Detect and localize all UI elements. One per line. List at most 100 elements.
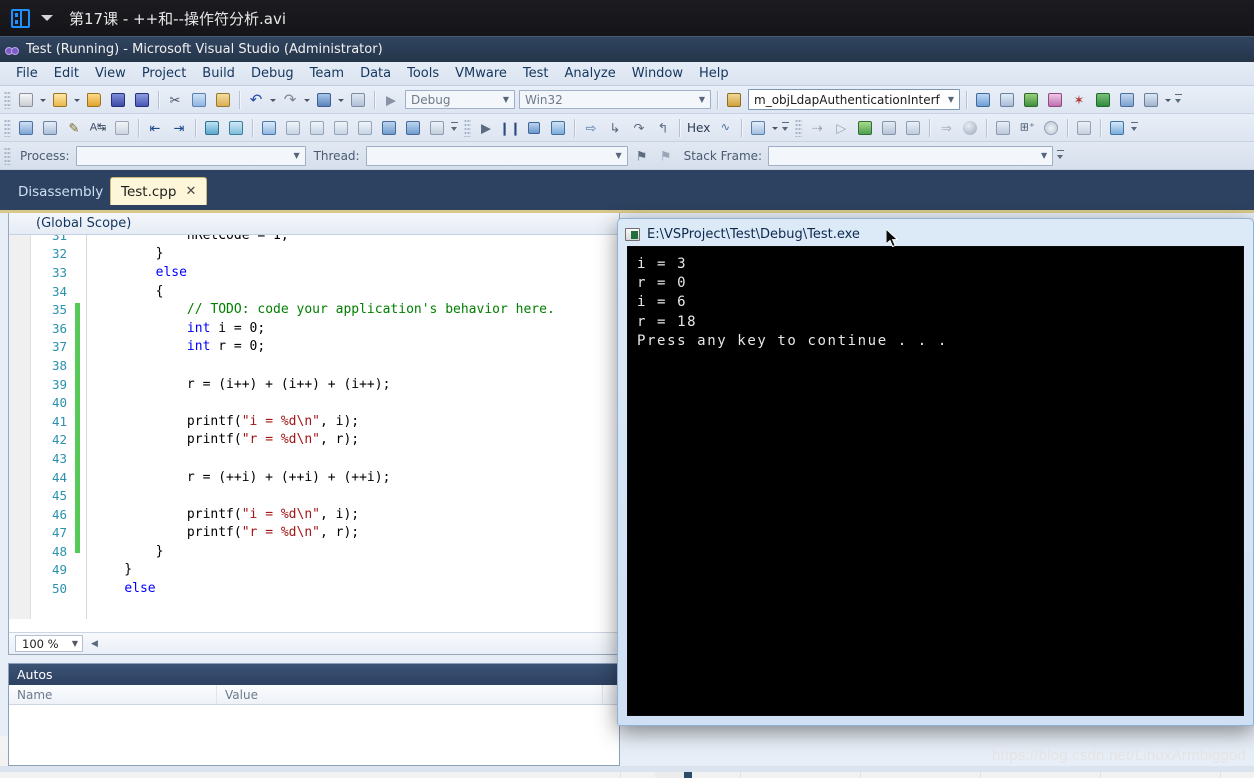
disassembly-icon[interactable] [992, 117, 1014, 139]
memory-window-icon[interactable] [959, 117, 981, 139]
menu-item-window[interactable]: Window [624, 64, 691, 83]
add-item-dropdown-icon[interactable] [72, 89, 81, 111]
new-breakpoint-icon[interactable] [258, 117, 280, 139]
diagnostic-tools-icon[interactable] [1106, 117, 1128, 139]
step-over-icon[interactable]: ↷ [628, 117, 650, 139]
break-all-icon[interactable]: ❙❙ [499, 117, 521, 139]
code-line[interactable]: 42 printf("r = %d\n", r); [9, 431, 619, 450]
save-icon[interactable] [107, 89, 129, 111]
paste-icon[interactable] [212, 89, 234, 111]
stack-frame-combo[interactable]: ▼ [768, 145, 1054, 166]
code-line[interactable]: 46 printf("i = %d\n", i); [9, 505, 619, 524]
save-all-icon[interactable] [131, 89, 153, 111]
close-icon[interactable]: ✕ [185, 184, 196, 199]
code-line[interactable]: 48 } [9, 542, 619, 561]
show-next-statement-icon[interactable]: ⇨ [580, 117, 602, 139]
console-window[interactable]: E:\VSProject\Test\Debug\Test.exe i = 3 r … [617, 218, 1254, 726]
solution-configuration-combo[interactable]: Debug ▼ [405, 90, 515, 109]
code-line[interactable]: 31 nRetCode = 1; [9, 235, 619, 245]
set-next-statement-icon[interactable]: ⇒ [935, 117, 957, 139]
code-line[interactable]: 39 r = (i++) + (i++) + (i++); [9, 375, 619, 394]
show-threads-in-source-icon[interactable]: ⚑ [631, 145, 653, 167]
open-file-icon[interactable] [83, 89, 105, 111]
scope-navigation-bar[interactable]: (Global Scope) [9, 213, 619, 235]
navigate-backward-icon[interactable] [313, 89, 335, 111]
next-bookmark-folder-icon[interactable] [402, 117, 424, 139]
copy-icon[interactable] [188, 89, 210, 111]
code-line[interactable]: 47 printf("r = %d\n", r); [9, 524, 619, 543]
toolbar-overflow-icon[interactable] [1173, 89, 1184, 111]
code-line[interactable]: 49 } [9, 561, 619, 580]
hexadecimal-display-label[interactable]: Hex [687, 121, 710, 135]
clear-bookmarks-icon[interactable] [354, 117, 376, 139]
console-output-area[interactable]: i = 3 r = 0 i = 6 r = 18 Press any key to co… [627, 246, 1244, 716]
object-browser-icon[interactable] [1020, 89, 1042, 111]
menu-item-project[interactable]: Project [134, 64, 194, 83]
decrease-indent-icon[interactable]: ⇤ [144, 117, 166, 139]
undo-icon[interactable]: ↶ [245, 89, 267, 111]
menu-item-vmware[interactable]: VMware [447, 64, 515, 83]
code-line[interactable]: 38 [9, 356, 619, 375]
clear-all-bookmarks-icon[interactable] [426, 117, 448, 139]
navigate-forward-icon[interactable] [347, 89, 369, 111]
debug-windows-dropdown-icon[interactable] [770, 117, 779, 139]
exceptions-icon[interactable] [902, 117, 924, 139]
code-line[interactable]: 43 [9, 449, 619, 468]
tools-options-icon[interactable]: ✶ [1068, 89, 1090, 111]
solution-explorer-icon[interactable] [972, 89, 994, 111]
toolbar-overflow-icon[interactable] [780, 117, 791, 139]
properties-window-icon[interactable] [996, 89, 1018, 111]
restart-icon[interactable] [547, 117, 569, 139]
attach-to-process-icon[interactable] [854, 117, 876, 139]
code-line[interactable]: 41 printf("i = %d\n", i); [9, 412, 619, 431]
menu-item-test[interactable]: Test [515, 64, 557, 83]
process-combo[interactable]: ▼ [75, 145, 306, 166]
parameter-info-icon[interactable] [39, 117, 61, 139]
comment-selection-icon[interactable] [201, 117, 223, 139]
menu-item-data[interactable]: Data [352, 64, 399, 83]
show-only-my-code-icon[interactable]: ⚑ [655, 145, 677, 167]
code-line[interactable]: 44 r = (++i) + (++i) + (++i); [9, 468, 619, 487]
tab-disassembly[interactable]: Disassembly [8, 179, 113, 205]
more-windows-dropdown-icon[interactable] [1163, 89, 1172, 111]
horizontal-scroll-left-icon[interactable]: ◀ [91, 638, 98, 649]
code-text-area[interactable]: 31 nRetCode = 1; 32 } 33 else 34 {35 // TOD… [9, 235, 619, 619]
go-to-icon[interactable] [1092, 89, 1114, 111]
column-header-value[interactable]: Value [217, 685, 603, 704]
zoom-level-combo[interactable]: 100 % ▼ [15, 635, 83, 652]
code-line[interactable]: 35 // TODO: code your application's beha… [9, 300, 619, 319]
tab-test-cpp[interactable]: Test.cpp ✕ [110, 177, 208, 205]
previous-bookmark-icon[interactable] [330, 117, 352, 139]
class-view-icon[interactable] [1116, 89, 1138, 111]
display-object-member-list-icon[interactable] [15, 117, 37, 139]
step-into-specific-icon[interactable]: ⇢ [806, 117, 828, 139]
cut-icon[interactable]: ✂ [164, 89, 186, 111]
continue-icon[interactable]: ▶ [475, 117, 497, 139]
toolbar-grip[interactable] [464, 118, 471, 137]
chevron-down-icon[interactable] [41, 15, 53, 21]
menu-item-file[interactable]: File [8, 64, 46, 83]
step-out-icon[interactable]: ↰ [652, 117, 674, 139]
column-header-name[interactable]: Name [9, 685, 217, 704]
code-line[interactable]: 36 int i = 0; [9, 319, 619, 338]
menu-item-edit[interactable]: Edit [46, 64, 87, 83]
menu-item-analyze[interactable]: Analyze [557, 64, 624, 83]
toggle-bookmark-icon[interactable] [282, 117, 304, 139]
code-line[interactable]: 40 [9, 393, 619, 412]
code-line[interactable]: 32 } [9, 245, 619, 264]
find-in-files-icon[interactable] [723, 89, 745, 111]
add-item-icon[interactable] [49, 89, 71, 111]
toolbar-overflow-icon[interactable] [1129, 117, 1140, 139]
next-bookmark-icon[interactable] [306, 117, 328, 139]
code-line[interactable]: 37 int r = 0; [9, 338, 619, 357]
breakpoints-window-icon[interactable] [747, 117, 769, 139]
toggle-word-wrap-icon[interactable]: A↹ [87, 117, 109, 139]
menu-item-build[interactable]: Build [194, 64, 243, 83]
code-line[interactable]: 33 else [9, 263, 619, 282]
menu-item-team[interactable]: Team [302, 64, 352, 83]
stop-debugging-icon[interactable] [523, 117, 545, 139]
toolbar-grip[interactable] [4, 118, 11, 137]
increase-indent-icon[interactable]: ⇥ [168, 117, 190, 139]
toolbox-icon[interactable] [1044, 89, 1066, 111]
thread-marker-icon[interactable]: ∿ [714, 117, 736, 139]
